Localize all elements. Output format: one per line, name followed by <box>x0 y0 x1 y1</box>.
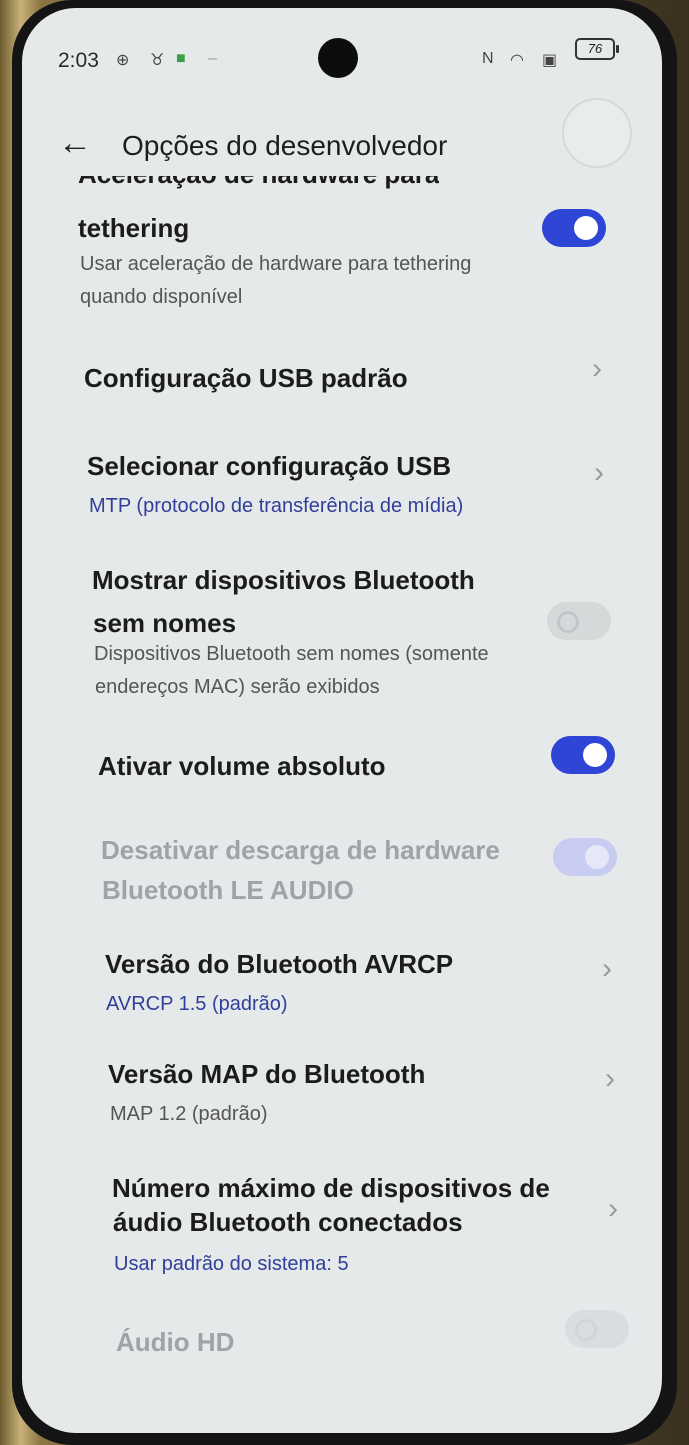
list-item-subtitle-line2: quando disponível <box>80 286 243 308</box>
settings-list: Aceleração de hardware para tethering Us… <box>22 8 662 1433</box>
chevron-right-icon: › <box>608 1192 618 1225</box>
list-item-title-line2: áudio Bluetooth conectados <box>113 1207 463 1237</box>
list-item-subtitle: Usar padrão do sistema: 5 <box>114 1253 349 1275</box>
list-item-title: Áudio HD <box>116 1327 235 1357</box>
list-item-title: Desativar descarga de hardware <box>101 835 500 865</box>
list-item-subtitle: Usar aceleração de hardware para tetheri… <box>80 253 472 275</box>
list-item-title-cut: Aceleração de hardware para <box>78 176 439 196</box>
list-item-subtitle: Dispositivos Bluetooth sem nomes (soment… <box>94 643 489 665</box>
phone-screen: 2:03 ⊕ ♉ ■ – N ◠ ▣ 76 ← Opções do desenv… <box>22 8 662 1433</box>
list-item-subtitle: MTP (protocolo de transferência de mídia… <box>89 495 464 517</box>
list-item-subtitle-line2: endereços MAC) serão exibidos <box>95 676 380 698</box>
chevron-right-icon: › <box>605 1062 615 1095</box>
hardware-tethering-toggle[interactable] <box>542 209 606 247</box>
list-item-title: tethering <box>78 213 190 243</box>
hd-audio-toggle[interactable] <box>565 1310 629 1348</box>
list-item-title: Mostrar dispositivos Bluetooth <box>92 565 475 595</box>
list-item-title: Configuração USB padrão <box>84 363 408 393</box>
absolute-volume-toggle[interactable] <box>551 736 615 774</box>
list-item-title: Ativar volume absoluto <box>98 751 386 781</box>
list-item-subtitle: AVRCP 1.5 (padrão) <box>106 993 288 1015</box>
unnamed-bluetooth-toggle[interactable] <box>547 602 611 640</box>
list-item-title: Versão do Bluetooth AVRCP <box>105 949 454 979</box>
list-item-title-line2: Bluetooth LE AUDIO <box>102 875 354 905</box>
list-item-title: Versão MAP do Bluetooth <box>108 1059 426 1089</box>
le-audio-toggle[interactable] <box>553 838 617 876</box>
chevron-right-icon: › <box>594 456 604 489</box>
list-item-title-line2: sem nomes <box>93 608 237 638</box>
chevron-right-icon: › <box>592 352 602 385</box>
list-item-title: Selecionar configuração USB <box>87 451 452 481</box>
list-item-subtitle: MAP 1.2 (padrão) <box>110 1103 268 1125</box>
chevron-right-icon: › <box>602 952 612 985</box>
